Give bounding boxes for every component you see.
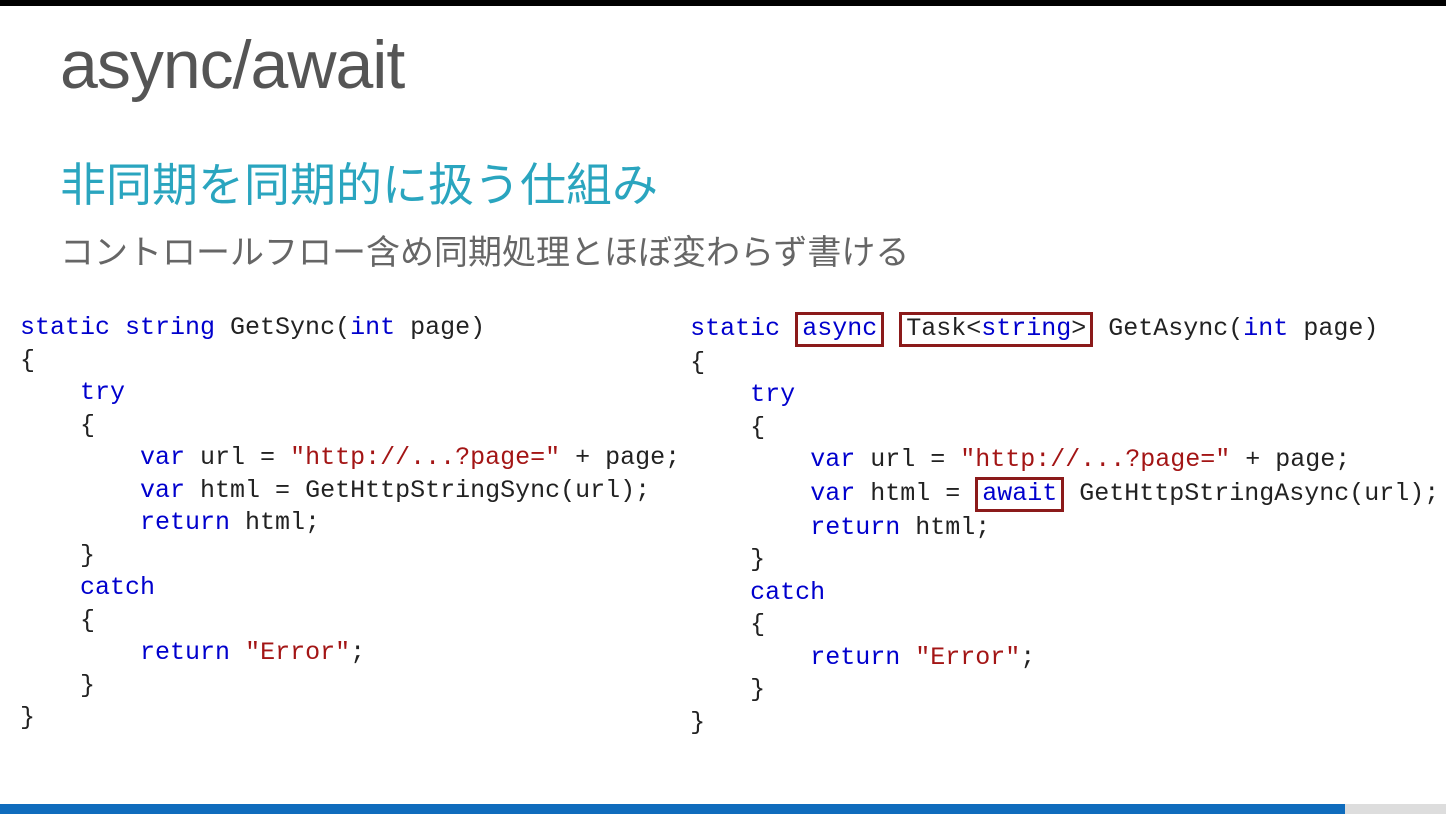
- code-string: "http://...?page=": [290, 443, 560, 472]
- code-text: html;: [900, 513, 990, 542]
- code-keyword: string: [981, 314, 1071, 343]
- code-text: page): [395, 313, 485, 342]
- code-text: GetHttpStringAsync(url);: [1064, 479, 1439, 508]
- code-brace: }: [690, 675, 765, 704]
- code-keyword: await: [982, 479, 1057, 508]
- code-brace: {: [20, 411, 95, 440]
- code-keyword: catch: [750, 578, 825, 607]
- code-brace: }: [20, 703, 35, 732]
- code-string: "http://...?page=": [960, 445, 1230, 474]
- code-brace: {: [20, 606, 95, 635]
- code-sync-column: static string GetSync(int page) { try { …: [20, 312, 680, 739]
- code-text: >: [1071, 314, 1086, 343]
- code-keyword: return: [810, 513, 900, 542]
- code-async-column: static async Task<string> GetAsync(int p…: [690, 312, 1439, 739]
- code-keyword: int: [350, 313, 395, 342]
- code-text: GetAsync(: [1093, 314, 1243, 343]
- highlight-box-async: async: [795, 312, 884, 347]
- code-brace: {: [690, 348, 705, 377]
- progress-bar: [0, 804, 1446, 814]
- code-brace: {: [690, 413, 765, 442]
- code-keyword: var: [810, 445, 855, 474]
- code-text: url =: [185, 443, 290, 472]
- code-string: "Error": [245, 638, 350, 667]
- code-keyword: var: [810, 479, 855, 508]
- highlight-box-task: Task<string>: [899, 312, 1093, 347]
- code-text: + page;: [1230, 445, 1350, 474]
- code-brace: }: [20, 671, 95, 700]
- top-border: [0, 0, 1446, 6]
- slide-title: async/await: [60, 26, 1446, 104]
- code-keyword: var: [140, 476, 185, 505]
- code-text: html;: [230, 508, 320, 537]
- code-text: + page;: [560, 443, 680, 472]
- code-keyword: var: [140, 443, 185, 472]
- code-keyword: static: [20, 313, 110, 342]
- code-keyword: return: [140, 638, 230, 667]
- code-keyword: int: [1243, 314, 1288, 343]
- slide-subtitle-secondary: コントロールフロー含め同期処理とほぼ変わらず書ける: [60, 225, 1446, 274]
- code-text: url =: [855, 445, 960, 474]
- code-brace: {: [690, 610, 765, 639]
- code-keyword: try: [80, 378, 125, 407]
- code-keyword: async: [802, 314, 877, 343]
- code-string: "Error": [915, 643, 1020, 672]
- code-keyword: catch: [80, 573, 155, 602]
- code-keyword: string: [125, 313, 215, 342]
- code-brace: }: [690, 545, 765, 574]
- code-text: html =: [855, 479, 975, 508]
- code-text: Task<: [906, 314, 981, 343]
- code-text: page): [1288, 314, 1378, 343]
- code-brace: }: [690, 708, 705, 737]
- code-keyword: return: [140, 508, 230, 537]
- code-text: ;: [1020, 643, 1035, 672]
- code-keyword: return: [810, 643, 900, 672]
- code-keyword: static: [690, 314, 780, 343]
- code-text: html = GetHttpStringSync(url);: [185, 476, 650, 505]
- code-text: GetSync(: [215, 313, 350, 342]
- highlight-box-await: await: [975, 477, 1064, 512]
- code-brace: }: [20, 541, 95, 570]
- code-text: ;: [350, 638, 365, 667]
- code-keyword: try: [750, 380, 795, 409]
- code-comparison: static string GetSync(int page) { try { …: [0, 312, 1446, 739]
- slide-subtitle-primary: 非同期を同期的に扱う仕組み: [60, 149, 1446, 215]
- code-brace: {: [20, 346, 35, 375]
